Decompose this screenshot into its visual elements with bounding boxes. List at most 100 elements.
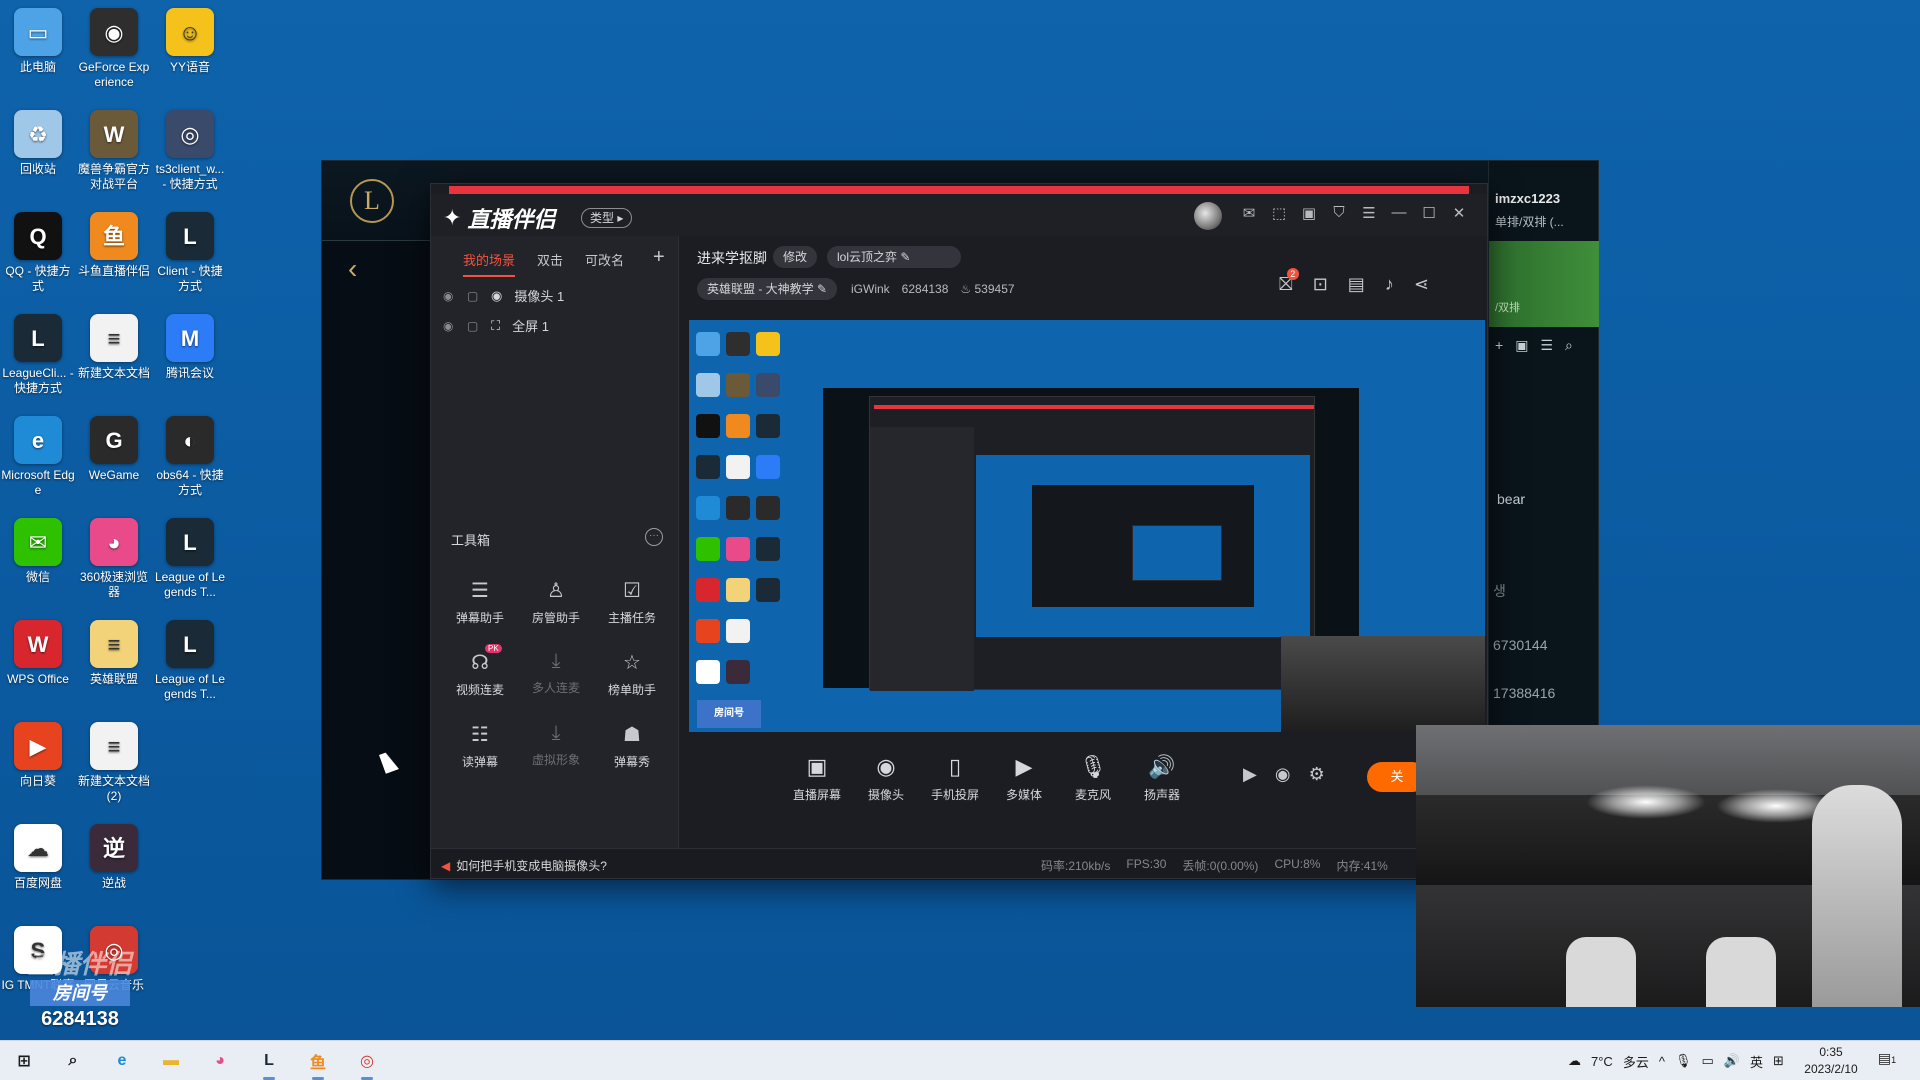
skin-icon[interactable]: ⛉ <box>1331 204 1347 222</box>
search-icon[interactable]: ⌕ <box>1565 337 1573 354</box>
mic-tray-icon[interactable]: 🎙 <box>1675 1053 1692 1069</box>
video-icon[interactable]: ▶ <box>1243 764 1257 785</box>
weather-temp[interactable]: 7°C <box>1591 1054 1613 1069</box>
weather-icon[interactable]: ☁ <box>1568 1053 1581 1069</box>
maximize-icon[interactable]: ☐ <box>1421 204 1437 222</box>
mail-icon[interactable]: ✉ <box>1241 204 1257 222</box>
visible-icon[interactable]: ◉ <box>443 319 455 333</box>
settings-icon[interactable]: ⚙ <box>1309 764 1325 785</box>
desktop-icon[interactable]: ◕ 360极速浏览器 <box>76 518 152 600</box>
tool-item[interactable]: ♙ 房管助手 <box>521 578 591 626</box>
desktop-icon[interactable]: ♻ 回收站 <box>0 110 76 177</box>
desktop-icon[interactable]: G WeGame <box>76 416 152 483</box>
tab-double-click[interactable]: 双击 <box>537 250 563 277</box>
list-icon[interactable]: ☰ <box>1540 337 1553 354</box>
unlock-icon[interactable]: ⊡ <box>1313 274 1328 295</box>
desktop-icon[interactable]: ◐ obs64 - 快捷方式 <box>152 416 228 498</box>
speaker-button[interactable]: 🔊 扬声器 <box>1132 754 1192 803</box>
desktop-icon[interactable]: W 魔兽争霸官方对战平台 <box>76 110 152 192</box>
mic-button[interactable]: 🎙 麦克风 <box>1063 754 1123 803</box>
tab-rename[interactable]: 可改名 <box>585 250 624 277</box>
share-icon[interactable]: ⋖ <box>1414 274 1429 295</box>
preview-eye-icon[interactable]: ◉ <box>1275 764 1291 785</box>
lock-icon[interactable]: ▢ <box>467 319 479 333</box>
source-item-camera[interactable]: ◉ ▢ ◉ 摄像头 1 <box>443 286 564 305</box>
summoner-name[interactable]: imzxc1223 <box>1495 191 1560 206</box>
desktop-icon[interactable]: Q QQ - 快捷方式 <box>0 212 76 294</box>
folder-icon[interactable]: ▣ <box>1515 337 1528 354</box>
clock[interactable]: 0:35 2023/2/10 <box>1796 1044 1866 1078</box>
category-chip[interactable]: 英雄联盟 - 大神教学 ✎ <box>697 278 838 300</box>
menu-icon[interactable]: ☰ <box>1361 204 1377 222</box>
desktop-icon[interactable]: W WPS Office <box>0 620 76 687</box>
source-item-fullscreen[interactable]: ◉ ▢ ⛶ 全屏 1 <box>443 316 549 335</box>
desktop-icon[interactable]: ☺ YY语音 <box>152 8 228 75</box>
streamer-app-window[interactable]: ✦ 直播伴侣 类型 ▸ ✉ ⬚ ▣ ⛉ ☰ — ☐ ✕ 我的场景 双击 可改名 <box>430 183 1488 879</box>
desktop-icon[interactable]: M 腾讯会议 <box>152 314 228 381</box>
tool-item[interactable]: ☷ 读弹幕 <box>445 722 515 770</box>
desktop-icon[interactable]: e Microsoft Edge <box>0 416 76 498</box>
douyu-icon[interactable]: 鱼 <box>304 1047 332 1080</box>
ime-indicator[interactable]: 英 <box>1750 1052 1763 1071</box>
queue-banner[interactable]: /双排 <box>1489 241 1599 327</box>
desktop-icon[interactable]: ▭ 此电脑 <box>0 8 76 75</box>
tool-item[interactable]: ⤓ 虚拟形象 <box>521 722 591 768</box>
tab-my-scenes[interactable]: 我的场景 <box>463 250 516 277</box>
desktop-icon[interactable]: ✉ 微信 <box>0 518 76 585</box>
file-explorer-icon[interactable]: ▬ <box>157 1047 185 1075</box>
desktop-icon[interactable]: ≡ 英雄联盟 <box>76 620 152 687</box>
search-icon[interactable]: ⌕ <box>59 1047 87 1075</box>
desktop-icon[interactable]: L League of Legends T... <box>152 620 228 702</box>
tool-item[interactable]: ⤓ 多人连麦 <box>521 650 591 696</box>
avatar[interactable] <box>1194 202 1222 230</box>
screen-share-button[interactable]: ▣ 直播屏幕 <box>787 754 847 803</box>
desktop-icon[interactable]: 逆逆战 <box>76 824 152 891</box>
visible-icon[interactable]: ◉ <box>443 289 455 303</box>
add-friend-icon[interactable]: + <box>1495 337 1503 354</box>
lock-icon[interactable]: ▢ <box>467 289 479 303</box>
phone-cast-button[interactable]: ▯ 手机投屏 <box>925 754 985 803</box>
room-title[interactable]: 进来学抠脚 <box>697 248 767 268</box>
close-icon[interactable]: ✕ <box>1451 204 1467 222</box>
tool-item[interactable]: ☑ 主播任务 <box>597 578 667 626</box>
room-game-chip[interactable]: lol云顶之弈 ✎ <box>827 246 961 268</box>
desktop-icon[interactable]: L Client - 快捷方式 <box>152 212 228 294</box>
notification-icon[interactable]: ▤1 <box>1876 1050 1898 1072</box>
tool-item[interactable]: ☰ 弹幕助手 <box>445 578 515 626</box>
tool-item[interactable]: ☗ 弹幕秀 <box>597 722 667 770</box>
bell-icon[interactable]: ♪ <box>1385 274 1394 295</box>
ime-grid-icon[interactable]: ⊞ <box>1773 1053 1784 1069</box>
edge-icon[interactable]: e <box>108 1047 136 1075</box>
tip-link[interactable]: ◀ 如何把手机变成电脑摄像头? <box>441 857 607 874</box>
media-button[interactable]: ▶ 多媒体 <box>994 754 1054 803</box>
league-icon[interactable]: L <box>255 1047 283 1080</box>
desktop-icon[interactable]: ◉ GeForce Experience <box>76 8 152 90</box>
back-arrow-icon[interactable]: ‹ <box>348 253 357 285</box>
desktop-icon[interactable]: ≡ 新建文本文档 <box>76 314 152 381</box>
netease-music-icon[interactable]: ◎ <box>353 1047 381 1080</box>
chevron-up-icon[interactable]: ^ <box>1659 1054 1665 1069</box>
type-button[interactable]: 类型 ▸ <box>581 208 633 228</box>
add-scene-button[interactable]: + <box>653 246 665 269</box>
gift-icon[interactable]: ⛝ 2 <box>1279 268 1299 295</box>
more-icon[interactable]: ··· <box>645 528 663 546</box>
monitor-icon[interactable]: ⬚ <box>1271 204 1287 222</box>
minimize-icon[interactable]: — <box>1391 204 1407 222</box>
record-icon[interactable]: ▣ <box>1301 204 1317 222</box>
desktop-icon[interactable]: ≡ 新建文本文档 (2) <box>76 722 152 804</box>
desktop-icon[interactable]: ☁ 百度网盘 <box>0 824 76 891</box>
360-browser-icon[interactable]: ◕ <box>206 1047 234 1075</box>
edit-title-button[interactable]: 修改 <box>773 246 818 268</box>
weather-desc[interactable]: 多云 <box>1623 1052 1649 1071</box>
network-icon[interactable]: ▭ <box>1701 1053 1713 1069</box>
desktop-icon[interactable]: L LeagueCli... - 快捷方式 <box>0 314 76 396</box>
volume-icon[interactable]: 🔊 <box>1724 1053 1740 1069</box>
desktop-icon[interactable]: ▶ 向日葵 <box>0 722 76 789</box>
layout-icon[interactable]: ▤ <box>1348 274 1365 295</box>
webcam-button[interactable]: ◉ 摄像头 <box>856 754 916 803</box>
windows-start-icon[interactable]: ⊞ <box>10 1047 38 1075</box>
desktop-icon[interactable]: L League of Legends T... <box>152 518 228 600</box>
desktop-icon[interactable]: ◎ ts3client_w... - 快捷方式 <box>152 110 228 192</box>
desktop-icon[interactable]: 鱼斗鱼直播伴侣 <box>76 212 152 279</box>
tool-item[interactable]: ☆ 榜单助手 <box>597 650 667 698</box>
